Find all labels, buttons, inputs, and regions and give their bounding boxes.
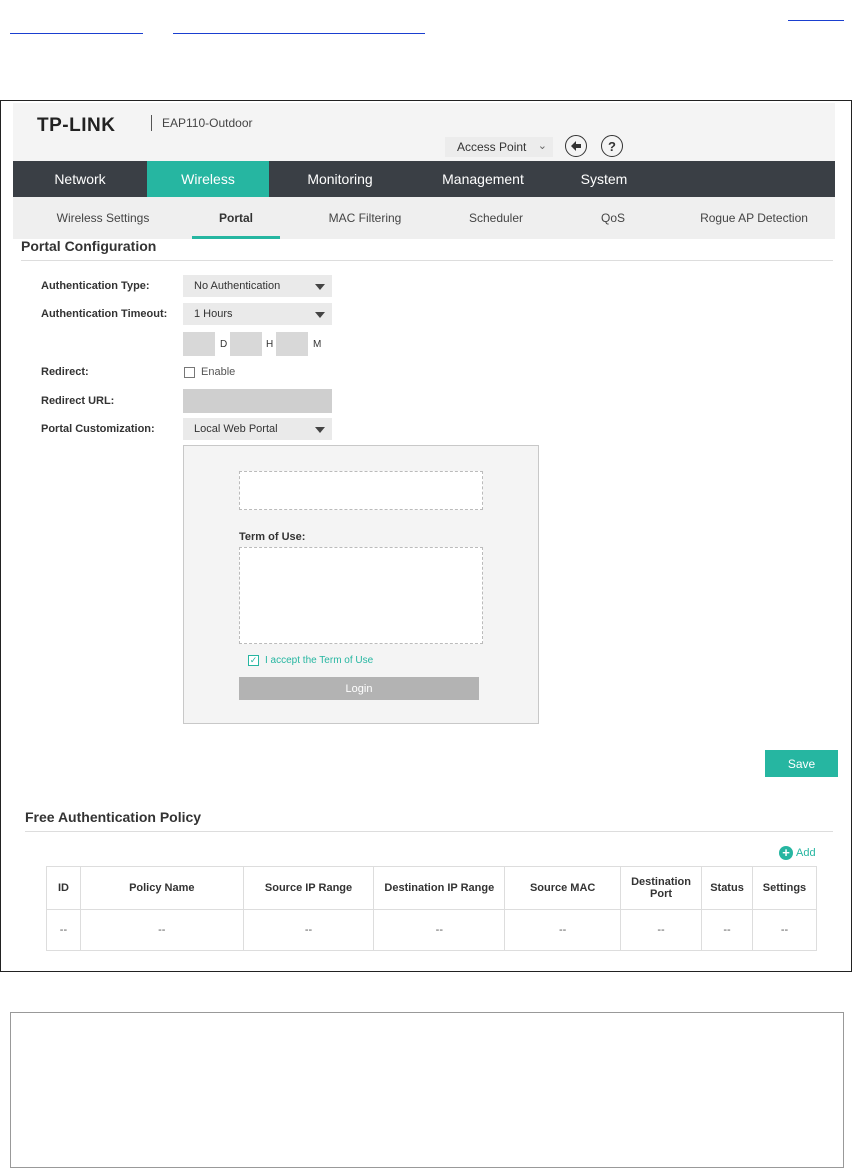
tab-system[interactable]: System: [555, 161, 653, 197]
subtab-wireless-settings[interactable]: Wireless Settings: [33, 197, 173, 239]
policy-title: Free Authentication Policy: [25, 809, 202, 825]
timeout-hours-input[interactable]: [230, 332, 262, 356]
redirect-enable-label: Enable: [201, 366, 236, 378]
header: TP-LINK EAP110-Outdoor Access Point ⌄ ?: [13, 103, 835, 161]
caret-down-icon: [315, 427, 325, 433]
mode-select-value: Access Point: [457, 140, 527, 154]
section-divider: [21, 260, 833, 261]
table-cell: --: [701, 909, 753, 951]
portal-logo-area[interactable]: [239, 471, 483, 510]
accept-terms-label: I accept the Term of Use: [265, 655, 374, 666]
caret-down-icon: [315, 284, 325, 290]
table-cell: --: [46, 909, 81, 951]
policy-table: ID Policy Name Source IP Range Destinati…: [46, 866, 818, 951]
redirect-url-label: Redirect URL:: [41, 395, 115, 407]
timeout-minutes-input[interactable]: [276, 332, 308, 356]
col-source-mac[interactable]: Source MAC: [504, 866, 622, 910]
accept-terms-checkbox[interactable]: ✓: [248, 655, 259, 666]
subtab-rogue-ap-detection[interactable]: Rogue AP Detection: [681, 197, 827, 239]
table-cell: --: [620, 909, 703, 951]
subtab-mac-filtering[interactable]: MAC Filtering: [305, 197, 425, 239]
col-settings[interactable]: Settings: [751, 866, 818, 910]
table-row: -- -- -- -- -- -- -- --: [46, 909, 818, 951]
top-links: [10, 20, 844, 40]
auth-timeout-select[interactable]: 1 Hours: [183, 303, 332, 325]
subtab-scheduler[interactable]: Scheduler: [443, 197, 549, 239]
help-icon[interactable]: ?: [601, 135, 623, 157]
section-divider: [25, 831, 833, 832]
screenshot-frame: TP-LINK EAP110-Outdoor Access Point ⌄ ? …: [0, 100, 852, 972]
subtab-portal[interactable]: Portal: [193, 197, 279, 239]
tab-management[interactable]: Management: [411, 161, 555, 197]
table-cell: --: [79, 909, 244, 951]
table-cell: --: [504, 909, 622, 951]
portal-customization-label: Portal Customization:: [41, 423, 155, 435]
auth-timeout-value: 1 Hours: [194, 308, 233, 320]
col-destination-port[interactable]: Destination Port: [620, 866, 703, 910]
timeout-days-input[interactable]: [183, 332, 215, 356]
subtab-qos[interactable]: QoS: [573, 197, 653, 239]
table-header-row: ID Policy Name Source IP Range Destinati…: [46, 866, 818, 910]
auth-type-select[interactable]: No Authentication: [183, 275, 332, 297]
brand-logo: TP-LINK: [37, 115, 116, 136]
redirect-label: Redirect:: [41, 366, 89, 378]
tab-monitoring[interactable]: Monitoring: [269, 161, 411, 197]
top-link-underline[interactable]: [173, 33, 425, 34]
table-cell: --: [242, 909, 375, 951]
top-link-underline[interactable]: [10, 33, 143, 34]
auth-type-label: Authentication Type:: [41, 280, 150, 292]
sub-nav: Wireless Settings Portal MAC Filtering S…: [13, 197, 835, 239]
minutes-unit: M: [313, 339, 322, 350]
mode-select[interactable]: Access Point ⌄: [445, 137, 553, 157]
col-destination-ip-range[interactable]: Destination IP Range: [373, 866, 506, 910]
portal-customization-value: Local Web Portal: [194, 423, 278, 435]
col-id[interactable]: ID: [46, 866, 81, 910]
add-policy-button[interactable]: + Add: [779, 845, 816, 861]
save-button[interactable]: Save: [765, 750, 838, 777]
col-policy-name[interactable]: Policy Name: [79, 866, 244, 910]
subtab-active-indicator: [192, 236, 280, 239]
days-unit: D: [220, 339, 228, 350]
auth-type-value: No Authentication: [194, 280, 281, 292]
login-button[interactable]: Login: [239, 677, 479, 700]
col-status[interactable]: Status: [701, 866, 753, 910]
note-box: [10, 1012, 844, 1168]
portal-customization-select[interactable]: Local Web Portal: [183, 418, 332, 440]
auth-timeout-label: Authentication Timeout:: [41, 308, 168, 320]
add-policy-label: Add: [796, 847, 816, 859]
term-of-use-textarea[interactable]: [239, 547, 483, 644]
caret-down-icon: [315, 312, 325, 318]
col-source-ip-range[interactable]: Source IP Range: [242, 866, 375, 910]
tab-wireless[interactable]: Wireless: [147, 161, 269, 197]
table-cell: --: [373, 909, 506, 951]
plus-icon: +: [779, 846, 793, 860]
tab-network[interactable]: Network: [13, 161, 147, 197]
term-of-use-label: Term of Use:: [239, 531, 306, 543]
portal-preview: Term of Use: ✓ I accept the Term of Use …: [183, 445, 539, 724]
logo-divider: [151, 115, 152, 131]
chevron-down-icon: ⌄: [537, 140, 547, 152]
logout-icon[interactable]: [565, 135, 587, 157]
hours-unit: H: [266, 339, 274, 350]
table-cell: --: [751, 909, 818, 951]
redirect-enable-checkbox[interactable]: [184, 367, 195, 378]
redirect-url-input[interactable]: [183, 389, 332, 413]
model-name: EAP110-Outdoor: [162, 116, 253, 130]
top-link-underline[interactable]: [788, 20, 844, 21]
main-nav: Network Wireless Monitoring Management S…: [13, 161, 835, 197]
portal-config-title: Portal Configuration: [21, 238, 157, 254]
